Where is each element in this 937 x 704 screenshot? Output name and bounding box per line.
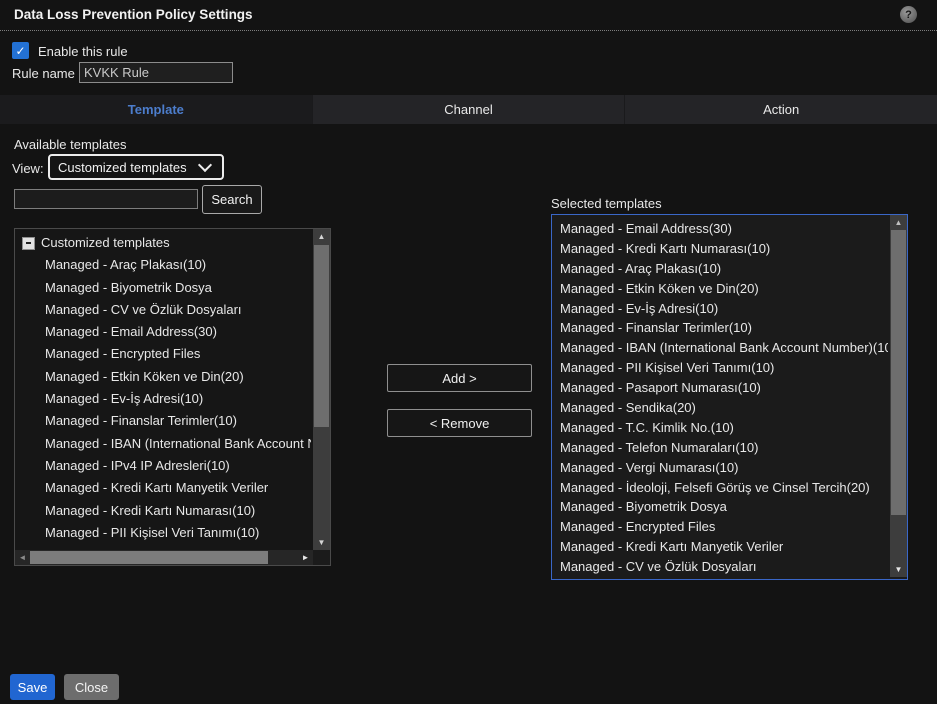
scrollbar-corner <box>313 550 330 565</box>
list-item[interactable]: Managed - Sendika(20) <box>552 398 888 418</box>
list-item[interactable]: Managed - Finanslar Terimler(10) <box>15 410 311 432</box>
template-group-row[interactable]: Customized templates <box>15 232 311 254</box>
list-item[interactable]: Managed - Email Address(30) <box>552 219 888 239</box>
left-vertical-scrollbar[interactable]: ▲ ▼ <box>313 229 330 550</box>
help-glyph: ? <box>905 9 912 21</box>
view-dropdown-value: Customized templates <box>50 160 200 175</box>
scroll-down-icon[interactable]: ▼ <box>313 535 330 550</box>
list-item[interactable]: Managed - IPv4 IP Adresleri(10) <box>15 455 311 477</box>
help-icon[interactable]: ? <box>900 6 917 23</box>
scroll-left-icon[interactable]: ◄ <box>15 550 30 565</box>
list-item[interactable]: Managed - Kredi Kartı Numarası(10) <box>15 500 311 522</box>
list-item[interactable]: Managed - Etkin Köken ve Din(20) <box>15 366 311 388</box>
save-button[interactable]: Save <box>10 674 55 700</box>
enable-rule-label: Enable this rule <box>38 44 128 59</box>
add-button[interactable]: Add > <box>387 364 532 392</box>
list-item[interactable]: Managed - Kredi Kartı Numarası(10) <box>552 239 888 259</box>
header-divider <box>0 30 937 31</box>
close-button[interactable]: Close <box>64 674 119 700</box>
chevron-down-icon <box>198 158 212 172</box>
scrollbar-thumb[interactable] <box>30 551 268 564</box>
list-item[interactable]: Managed - CV ve Özlük Dosyaları <box>552 557 888 577</box>
list-item[interactable]: Managed - Finanslar Terimler(10) <box>552 318 888 338</box>
list-item[interactable]: Managed - Ev-İş Adresi(10) <box>552 299 888 319</box>
tab-channel[interactable]: Channel <box>313 95 626 124</box>
remove-button[interactable]: < Remove <box>387 409 532 437</box>
search-button[interactable]: Search <box>202 185 262 214</box>
list-item[interactable]: Managed - PII Kişisel Veri Tanımı(10) <box>552 358 888 378</box>
list-item[interactable]: Managed - Kredi Kartı Manyetik Veriler <box>15 477 311 499</box>
list-item[interactable]: Managed - Ev-İş Adresi(10) <box>15 388 311 410</box>
selected-template-rows: Managed - Email Address(30) Managed - Kr… <box>552 219 888 577</box>
list-item[interactable]: Managed - Encrypted Files <box>15 343 311 365</box>
list-item[interactable]: Managed - Etkin Köken ve Din(20) <box>552 279 888 299</box>
scroll-up-icon[interactable]: ▲ <box>890 215 907 230</box>
available-templates-label: Available templates <box>14 137 127 152</box>
list-item[interactable]: Managed - İdeoloji, Felsefi Görüş ve Cin… <box>552 478 888 498</box>
rule-name-input[interactable] <box>79 62 233 83</box>
view-dropdown[interactable]: Customized templates <box>48 154 224 180</box>
list-item[interactable]: Managed - Pasaport Numarası(10) <box>552 378 888 398</box>
available-templates-rows: Customized templates Managed - Araç Plak… <box>15 232 311 544</box>
scroll-up-icon[interactable]: ▲ <box>313 229 330 244</box>
list-item[interactable]: Managed - Telefon Numaraları(10) <box>552 438 888 458</box>
selected-templates-label: Selected templates <box>551 196 662 211</box>
tab-bar: Template Channel Action <box>0 95 937 124</box>
scroll-down-icon[interactable]: ▼ <box>890 562 907 577</box>
available-template-items: Managed - Araç Plakası(10) Managed - Biy… <box>15 254 311 544</box>
selected-templates-listbox[interactable]: Managed - Email Address(30) Managed - Kr… <box>551 214 908 580</box>
checkmark-icon: ✓ <box>15 44 25 58</box>
search-input[interactable] <box>14 189 198 209</box>
list-item[interactable]: Managed - Vergi Numarası(10) <box>552 458 888 478</box>
list-item[interactable]: Managed - Email Address(30) <box>15 321 311 343</box>
tab-action[interactable]: Action <box>625 95 937 124</box>
scroll-right-icon[interactable]: ► <box>298 550 313 565</box>
available-templates-listbox[interactable]: Customized templates Managed - Araç Plak… <box>14 228 331 566</box>
list-item[interactable]: Managed - IBAN (International Bank Accou… <box>15 433 311 455</box>
enable-rule-checkbox[interactable]: ✓ <box>12 42 29 59</box>
list-item[interactable]: Managed - Kredi Kartı Manyetik Veriler <box>552 537 888 557</box>
list-item[interactable]: Managed - Encrypted Files <box>552 517 888 537</box>
page-title: Data Loss Prevention Policy Settings <box>14 7 253 22</box>
list-item[interactable]: Managed - Araç Plakası(10) <box>15 254 311 276</box>
left-horizontal-scrollbar[interactable]: ◄ ► <box>15 550 313 565</box>
list-item[interactable]: Managed - T.C. Kimlik No.(10) <box>552 418 888 438</box>
right-vertical-scrollbar[interactable]: ▲ ▼ <box>890 215 907 577</box>
list-item[interactable]: Managed - CV ve Özlük Dosyaları <box>15 299 311 321</box>
rule-name-label: Rule name : <box>12 66 82 81</box>
scrollbar-thumb[interactable] <box>314 245 329 427</box>
tab-template[interactable]: Template <box>0 95 313 124</box>
list-item[interactable]: Managed - Biyometrik Dosya <box>15 277 311 299</box>
list-item[interactable]: Managed - IBAN (International Bank Accou… <box>552 338 888 358</box>
scrollbar-thumb[interactable] <box>891 230 906 515</box>
list-item[interactable]: Managed - Biyometrik Dosya <box>552 497 888 517</box>
dlp-policy-settings-window: Data Loss Prevention Policy Settings ? ✓… <box>0 0 937 704</box>
list-item[interactable]: Managed - PII Kişisel Veri Tanımı(10) <box>15 522 311 544</box>
tree-collapse-icon[interactable] <box>22 237 35 250</box>
view-label: View: <box>12 161 44 176</box>
template-group-label: Customized templates <box>41 232 170 254</box>
list-item[interactable]: Managed - Araç Plakası(10) <box>552 259 888 279</box>
